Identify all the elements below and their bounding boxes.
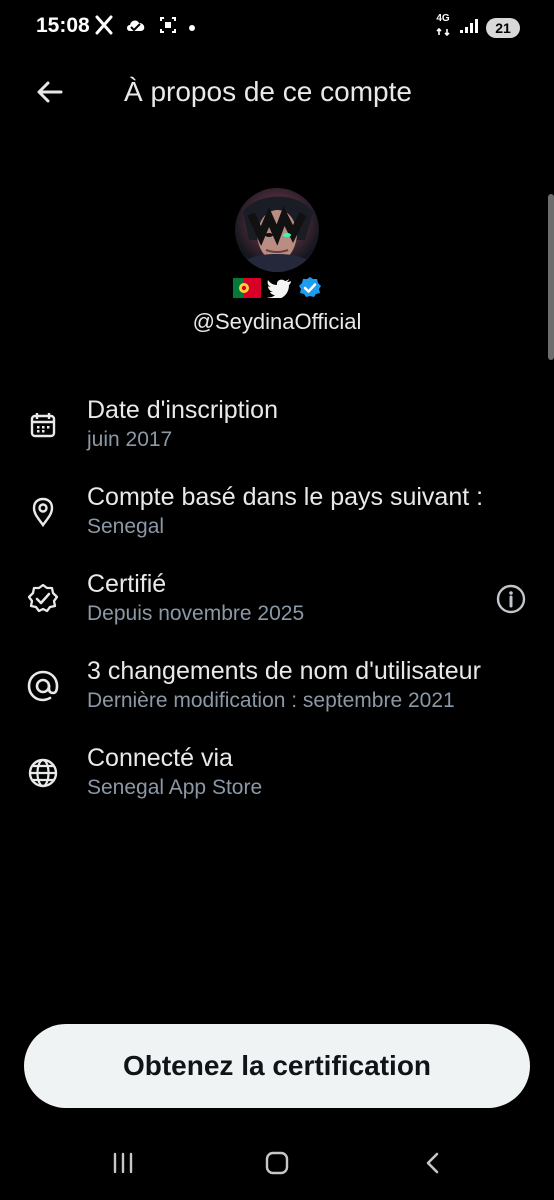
data-arrows-icon: 4G bbox=[434, 14, 452, 42]
profile-summary: @SeydinaOfficial bbox=[0, 188, 554, 335]
x-logo-icon bbox=[94, 15, 114, 40]
get-certification-button[interactable]: Obtenez la certification bbox=[24, 1024, 530, 1108]
detail-subtitle: Senegal bbox=[87, 515, 165, 538]
back-button[interactable] bbox=[30, 72, 70, 112]
status-time: 15:08 bbox=[36, 14, 90, 37]
detail-country: Compte basé dans le pays suivant : Seneg… bbox=[0, 481, 554, 568]
detail-title: Connecté via bbox=[87, 744, 233, 772]
info-button[interactable] bbox=[492, 580, 530, 618]
arrow-left-icon bbox=[37, 81, 63, 103]
system-back-button[interactable] bbox=[408, 1138, 458, 1188]
home-icon bbox=[265, 1151, 289, 1175]
detail-subtitle: juin 2017 bbox=[87, 428, 173, 451]
detail-subtitle: Depuis novembre 2025 bbox=[87, 602, 305, 625]
detail-verified: Certifié Depuis novembre 2025 bbox=[0, 568, 554, 655]
twitter-bird-icon bbox=[266, 278, 292, 303]
avatar bbox=[235, 188, 319, 272]
detail-subtitle: Dernière modification : septembre 2021 bbox=[87, 689, 455, 712]
detail-title: Compte basé dans le pays suivant : bbox=[87, 483, 484, 511]
detail-title: Certifié bbox=[87, 570, 167, 598]
system-navigation-bar bbox=[0, 1128, 554, 1200]
info-icon bbox=[496, 584, 526, 614]
globe-icon bbox=[24, 754, 62, 792]
recent-apps-icon bbox=[113, 1152, 133, 1174]
back-icon bbox=[426, 1152, 439, 1174]
recent-apps-button[interactable] bbox=[98, 1138, 148, 1188]
page-title: À propos de ce compte bbox=[124, 76, 412, 107]
account-details-list: Date d'inscription juin 2017 Compte basé… bbox=[0, 394, 554, 829]
screen-recorder-icon bbox=[158, 15, 178, 40]
portugal-flag-icon bbox=[232, 277, 261, 303]
header: À propos de ce compte bbox=[0, 58, 554, 124]
badge-row bbox=[0, 276, 554, 304]
verified-badge-icon bbox=[298, 276, 322, 305]
detail-subtitle: Senegal App Store bbox=[87, 776, 263, 799]
calendar-icon bbox=[24, 406, 62, 444]
network-type-label: 4G bbox=[436, 13, 450, 24]
cloud-icon bbox=[124, 15, 148, 40]
notification-dot-icon bbox=[188, 19, 196, 37]
detail-title: 3 changements de nom d'utilisateur bbox=[87, 657, 481, 685]
status-left-icons bbox=[94, 15, 196, 40]
detail-connected-via: Connecté via Senegal App Store bbox=[0, 742, 554, 829]
status-right-icons: 4G 21 bbox=[434, 14, 520, 42]
detail-username-changes: 3 changements de nom d'utilisateur Derni… bbox=[0, 655, 554, 742]
detail-title: Date d'inscription bbox=[87, 396, 278, 424]
battery-indicator: 21 bbox=[486, 18, 520, 38]
home-button[interactable] bbox=[252, 1138, 302, 1188]
detail-join-date: Date d'inscription juin 2017 bbox=[0, 394, 554, 481]
signal-icon bbox=[458, 17, 480, 40]
location-pin-icon bbox=[24, 493, 62, 531]
profile-handle: @SeydinaOfficial bbox=[192, 309, 362, 334]
verified-outline-icon bbox=[24, 580, 62, 618]
status-bar: 15:08 4G 21 bbox=[0, 0, 554, 54]
at-sign-icon bbox=[24, 667, 62, 705]
